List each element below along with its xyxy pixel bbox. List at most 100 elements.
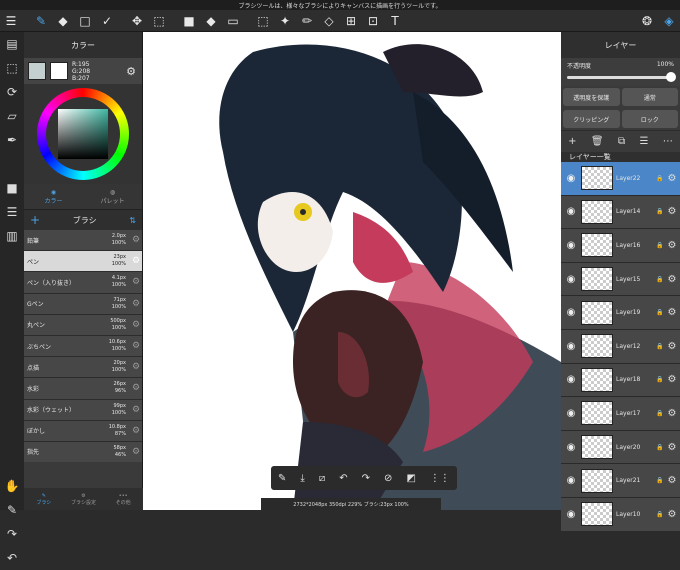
hand-icon[interactable]: ✋: [0, 474, 24, 498]
redo-icon[interactable]: ↷: [362, 473, 370, 484]
brush-settings-gear-icon[interactable]: ⚙: [130, 426, 142, 436]
blend-mode-select[interactable]: 通常: [621, 88, 678, 106]
fill-rect-icon[interactable]: ■: [178, 10, 200, 32]
sort-icon[interactable]: ⇅: [129, 216, 136, 225]
brush-settings-gear-icon[interactable]: ⚙: [130, 256, 142, 266]
lasso-icon[interactable]: ✓: [96, 10, 118, 32]
sub-color-swatch[interactable]: [50, 62, 68, 80]
text-icon[interactable]: T: [384, 10, 406, 32]
lock-button[interactable]: ロック: [621, 110, 678, 128]
brush-item[interactable]: 指先 58px 46% ⚙: [24, 441, 142, 462]
brush-item[interactable]: Gペン 71px 100% ⚙: [24, 293, 142, 315]
layer-row[interactable]: ◉ Layer12 🔒 ⚙: [561, 329, 680, 364]
layer-row[interactable]: ◉ Layer20 🔒 ⚙: [561, 430, 680, 465]
layer-settings-gear-icon[interactable]: ⚙: [664, 509, 680, 520]
brush-settings-gear-icon[interactable]: ⚙: [130, 383, 142, 393]
brush-item[interactable]: 丸ペン 500px 100% ⚙: [24, 314, 142, 336]
layer-settings-gear-icon[interactable]: ⚙: [664, 374, 680, 385]
pen-tool-icon[interactable]: ✎: [278, 473, 286, 484]
layer-row[interactable]: ◉ Layer15 🔒 ⚙: [561, 262, 680, 297]
layer-settings-gear-icon[interactable]: ⚙: [664, 206, 680, 217]
add-brush-icon[interactable]: +: [30, 213, 40, 227]
layer-row[interactable]: ◉ Layer17 🔒 ⚙: [561, 397, 680, 431]
tab-brush-settings[interactable]: ⚙ ブラシ設定: [64, 488, 104, 510]
text-frame-icon[interactable]: ⊞: [340, 10, 362, 32]
brush-icon[interactable]: ✎: [30, 10, 52, 32]
color-wheel[interactable]: [37, 88, 129, 180]
more-options-icon[interactable]: ⋯: [663, 136, 673, 147]
add-layer-icon[interactable]: +: [568, 136, 576, 147]
eye-icon[interactable]: ◉: [561, 274, 581, 285]
brush-settings-gear-icon[interactable]: ⚙: [130, 447, 142, 457]
pen-icon[interactable]: ✎: [0, 498, 24, 522]
download-icon[interactable]: ⤓: [300, 473, 304, 484]
menu-icon[interactable]: ☰: [0, 10, 22, 32]
brush-settings-gear-icon[interactable]: ⚙: [130, 320, 142, 330]
brush-item[interactable]: ペン（入り抜き） 4.1px 100% ⚙: [24, 272, 142, 294]
layer-row[interactable]: ◉ Layer10 🔒 ⚙: [561, 497, 680, 532]
redo-icon[interactable]: ↷: [0, 522, 24, 546]
brush-item[interactable]: ペン 23px 100% ⚙: [24, 251, 142, 273]
brush-settings-gear-icon[interactable]: ⚙: [130, 277, 142, 287]
color-panel-icon[interactable]: ■: [0, 176, 24, 200]
ruler-icon[interactable]: ▱: [0, 104, 24, 128]
brush-settings-gear-icon[interactable]: ⚙: [130, 299, 142, 309]
layer-settings-gear-icon[interactable]: ⚙: [664, 475, 680, 486]
main-color-swatch[interactable]: [28, 62, 46, 80]
layer-settings-gear-icon[interactable]: ⚙: [664, 442, 680, 453]
select-icon[interactable]: ⬚: [252, 10, 274, 32]
brush-item[interactable]: ぼかし 10.8px 87% ⚙: [24, 420, 142, 442]
tab-other[interactable]: ••• その他: [103, 488, 143, 510]
selection-eraser-icon[interactable]: ◇: [318, 10, 340, 32]
transform-icon[interactable]: ⬚: [148, 10, 170, 32]
frame-icon[interactable]: ⊡: [362, 10, 384, 32]
tab-palette[interactable]: ◍ パレット: [83, 184, 142, 209]
layer-row[interactable]: ◉ Layer22 🔒 ⚙: [561, 162, 680, 196]
snap-icon[interactable]: ⟳: [0, 80, 24, 104]
layer-row[interactable]: ◉ Layer16 🔒 ⚙: [561, 229, 680, 263]
eye-icon[interactable]: ◉: [561, 408, 581, 419]
layer-settings-gear-icon[interactable]: ⚙: [664, 341, 680, 352]
tab-color[interactable]: ◉ カラー: [24, 184, 83, 209]
layer-settings-gear-icon[interactable]: ⚙: [664, 408, 680, 419]
brush-item[interactable]: ぶちペン 10.6px 100% ⚙: [24, 335, 142, 358]
layer-settings-gear-icon[interactable]: ⚙: [664, 307, 680, 318]
brush-item[interactable]: 鉛筆 2.0px 100% ⚙: [24, 230, 142, 252]
eye-icon[interactable]: ◉: [561, 206, 581, 217]
no-snap-icon[interactable]: ⊘: [384, 473, 392, 484]
brush-settings-gear-icon[interactable]: ⚙: [130, 341, 142, 351]
brush-settings-gear-icon[interactable]: ⚙: [130, 405, 142, 415]
selection-icon[interactable]: ⬚: [0, 56, 24, 80]
undo-icon[interactable]: ↶: [339, 473, 347, 484]
materials-icon[interactable]: ❂: [636, 10, 658, 32]
color-settings-gear-icon[interactable]: ⚙: [126, 65, 136, 78]
eraser-icon[interactable]: ◆: [52, 10, 74, 32]
brush-settings-gear-icon[interactable]: ⚙: [130, 362, 142, 372]
tab-brush[interactable]: ✎ ブラシ: [24, 488, 64, 510]
opacity-slider-knob[interactable]: [666, 72, 676, 82]
selection-pen-icon[interactable]: ✏: [296, 10, 318, 32]
eye-icon[interactable]: ◉: [561, 442, 581, 453]
move-icon[interactable]: ✥: [126, 10, 148, 32]
gallery-icon[interactable]: ▤: [0, 32, 24, 56]
layer-settings-gear-icon[interactable]: ⚙: [664, 274, 680, 285]
clear-icon[interactable]: ⧄: [319, 473, 325, 484]
protect-alpha-button[interactable]: 透明度を保護: [563, 88, 620, 106]
clipping-button[interactable]: クリッピング: [563, 110, 620, 128]
eye-icon[interactable]: ◉: [561, 240, 581, 251]
layer-panel-icon[interactable]: ▥: [0, 224, 24, 248]
grid-icon[interactable]: ⋮⋮: [430, 473, 450, 484]
saturation-value-box[interactable]: [58, 109, 108, 159]
layer-row[interactable]: ◉ Layer19 🔒 ⚙: [561, 296, 680, 330]
brush-item[interactable]: 水彩 26px 96% ⚙: [24, 378, 142, 400]
layer-row[interactable]: ◉ Layer18 🔒 ⚙: [561, 363, 680, 398]
delete-layer-icon[interactable]: 🗑: [591, 136, 604, 147]
eyedrop-icon[interactable]: ✒: [0, 128, 24, 152]
eye-icon[interactable]: ◉: [561, 173, 581, 184]
eye-icon[interactable]: ◉: [561, 374, 581, 385]
layer-list-icon[interactable]: ☰: [639, 136, 648, 147]
eye-icon[interactable]: ◉: [561, 475, 581, 486]
layers-icon[interactable]: ◈: [658, 10, 680, 32]
square-icon[interactable]: □: [74, 10, 96, 32]
undo-icon[interactable]: ↶: [0, 546, 24, 570]
